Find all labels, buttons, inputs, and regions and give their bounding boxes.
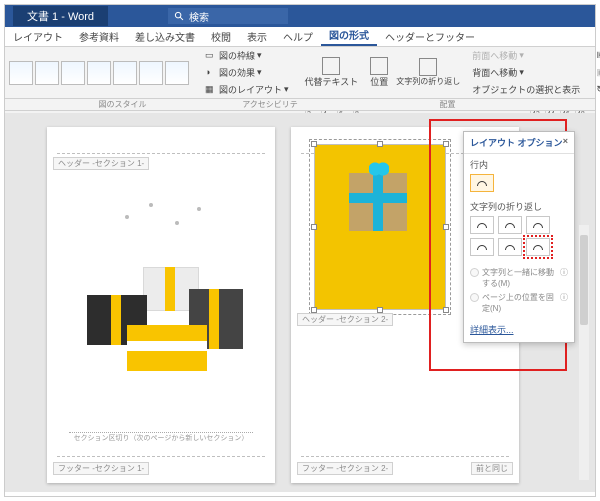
alt-text-button[interactable]: 代替テキスト xyxy=(305,75,359,88)
ribbon-tabs: レイアウト 参考資料 差し込み文書 校閲 表示 ヘルプ 図の形式 ヘッダーとフッ… xyxy=(5,27,595,47)
style-thumb[interactable] xyxy=(87,61,111,85)
group-label-styles: 図のスタイル xyxy=(5,99,240,110)
resize-handle[interactable] xyxy=(311,141,317,147)
group-label-accessibility: アクセシビリティ xyxy=(240,99,300,110)
style-thumb[interactable] xyxy=(139,61,163,85)
footer-section-tag: フッター -セクション 2- xyxy=(297,462,393,475)
see-more-link[interactable]: 詳細表示... xyxy=(464,321,520,342)
search-box[interactable]: 検索 xyxy=(168,8,288,24)
picture-border-button[interactable]: ▭図の枠線 ▾ xyxy=(201,47,293,64)
alt-text-icon xyxy=(322,57,340,75)
wrap-option-through[interactable] xyxy=(526,216,550,234)
tab-view[interactable]: 表示 xyxy=(239,27,275,46)
wrap-option-behind[interactable] xyxy=(498,238,522,256)
popup-title: レイアウト オプション xyxy=(470,136,563,149)
picture-layout-button[interactable]: ▦図のレイアウト ▾ xyxy=(201,81,293,98)
selection-pane-button[interactable]: オブジェクトの選択と表示 xyxy=(468,81,584,98)
wrap-text-button[interactable]: 文字列の折り返し xyxy=(396,76,460,87)
inline-section-label: 行内 xyxy=(470,158,568,171)
position-icon xyxy=(370,57,388,75)
fix-position-radio[interactable]: ページ上の位置を固定(N) ⓘ xyxy=(470,292,568,314)
tab-layout[interactable]: レイアウト xyxy=(5,27,71,46)
wrap-text-icon xyxy=(419,58,437,76)
move-with-text-radio[interactable]: 文字列と一緒に移動する(M) ⓘ xyxy=(470,267,568,289)
wrap-section-label: 文字列の折り返し xyxy=(470,200,568,213)
layout-options-popup: レイアウト オプション × 行内 文字列の折り返し 文字列と一緒に移動する(M)… xyxy=(463,131,575,343)
resize-handle[interactable] xyxy=(443,307,449,313)
wrap-option-square[interactable] xyxy=(470,216,494,234)
selected-picture[interactable] xyxy=(315,145,445,309)
scrollbar-thumb[interactable] xyxy=(580,235,588,325)
footer-section-tag: フッター -セクション 1- xyxy=(53,462,149,475)
page-1: ヘッダー -セクション 1- セクション区切り（次のページから新しいセクション）… xyxy=(47,127,275,483)
wrap-option-topbottom[interactable] xyxy=(470,238,494,256)
style-thumb[interactable] xyxy=(9,61,33,85)
ribbon: ▭図の枠線 ▾ ◑図の効果 ▾ ▦図のレイアウト ▾ 代替テキスト 位置 文字列… xyxy=(5,47,595,99)
wrap-option-front[interactable] xyxy=(526,238,550,256)
same-as-previous-tag: 前と同じ xyxy=(471,462,513,475)
style-thumb[interactable] xyxy=(61,61,85,85)
title-bar: 文書 1 - Word 検索 xyxy=(5,5,595,27)
wrap-option-inline[interactable] xyxy=(470,174,494,192)
picture-styles-gallery[interactable] xyxy=(5,47,193,98)
document-title: 文書 1 - Word xyxy=(13,6,108,26)
tab-review[interactable]: 校閲 xyxy=(203,27,239,46)
search-placeholder: 検索 xyxy=(189,9,209,24)
search-icon xyxy=(174,11,185,22)
document-workspace: ヘッダー -セクション 1- セクション区切り（次のページから新しいセクション）… xyxy=(5,113,595,492)
send-backward-button[interactable]: 背面へ移動 ▾ xyxy=(468,64,584,81)
style-thumb[interactable] xyxy=(165,61,189,85)
resize-handle[interactable] xyxy=(311,224,317,230)
position-button[interactable]: 位置 xyxy=(370,75,388,88)
align-button[interactable]: ⊫ 配置 ▾ xyxy=(592,47,600,64)
resize-handle[interactable] xyxy=(443,141,449,147)
tab-help[interactable]: ヘルプ xyxy=(275,27,321,46)
tab-picture-format[interactable]: 図の形式 xyxy=(321,25,377,46)
gift-illustration xyxy=(79,185,244,375)
header-section-tag: ヘッダー -セクション 1- xyxy=(53,157,149,170)
picture-effects-button[interactable]: ◑図の効果 ▾ xyxy=(201,64,293,81)
style-thumb[interactable] xyxy=(35,61,59,85)
bring-forward-button: 前面へ移動 ▾ xyxy=(468,47,584,64)
resize-handle[interactable] xyxy=(377,141,383,147)
tab-references[interactable]: 参考資料 xyxy=(71,27,127,46)
group-label-arrange: 配置 xyxy=(300,99,595,110)
vertical-scrollbar[interactable] xyxy=(579,225,589,480)
header-section-tag: ヘッダー -セクション 2- xyxy=(297,313,393,326)
section-break-label: セクション区切り（次のページから新しいセクション） xyxy=(69,432,253,443)
group-button: ▣ グループ化 ▾ xyxy=(592,64,600,81)
style-thumb[interactable] xyxy=(113,61,137,85)
tab-header-footer[interactable]: ヘッダーとフッター xyxy=(377,27,483,46)
wrap-option-tight[interactable] xyxy=(498,216,522,234)
close-icon[interactable]: × xyxy=(563,136,568,149)
resize-handle[interactable] xyxy=(443,224,449,230)
tab-mailings[interactable]: 差し込み文書 xyxy=(127,27,203,46)
rotate-button[interactable]: ↻ 回転 ▾ xyxy=(592,81,600,98)
